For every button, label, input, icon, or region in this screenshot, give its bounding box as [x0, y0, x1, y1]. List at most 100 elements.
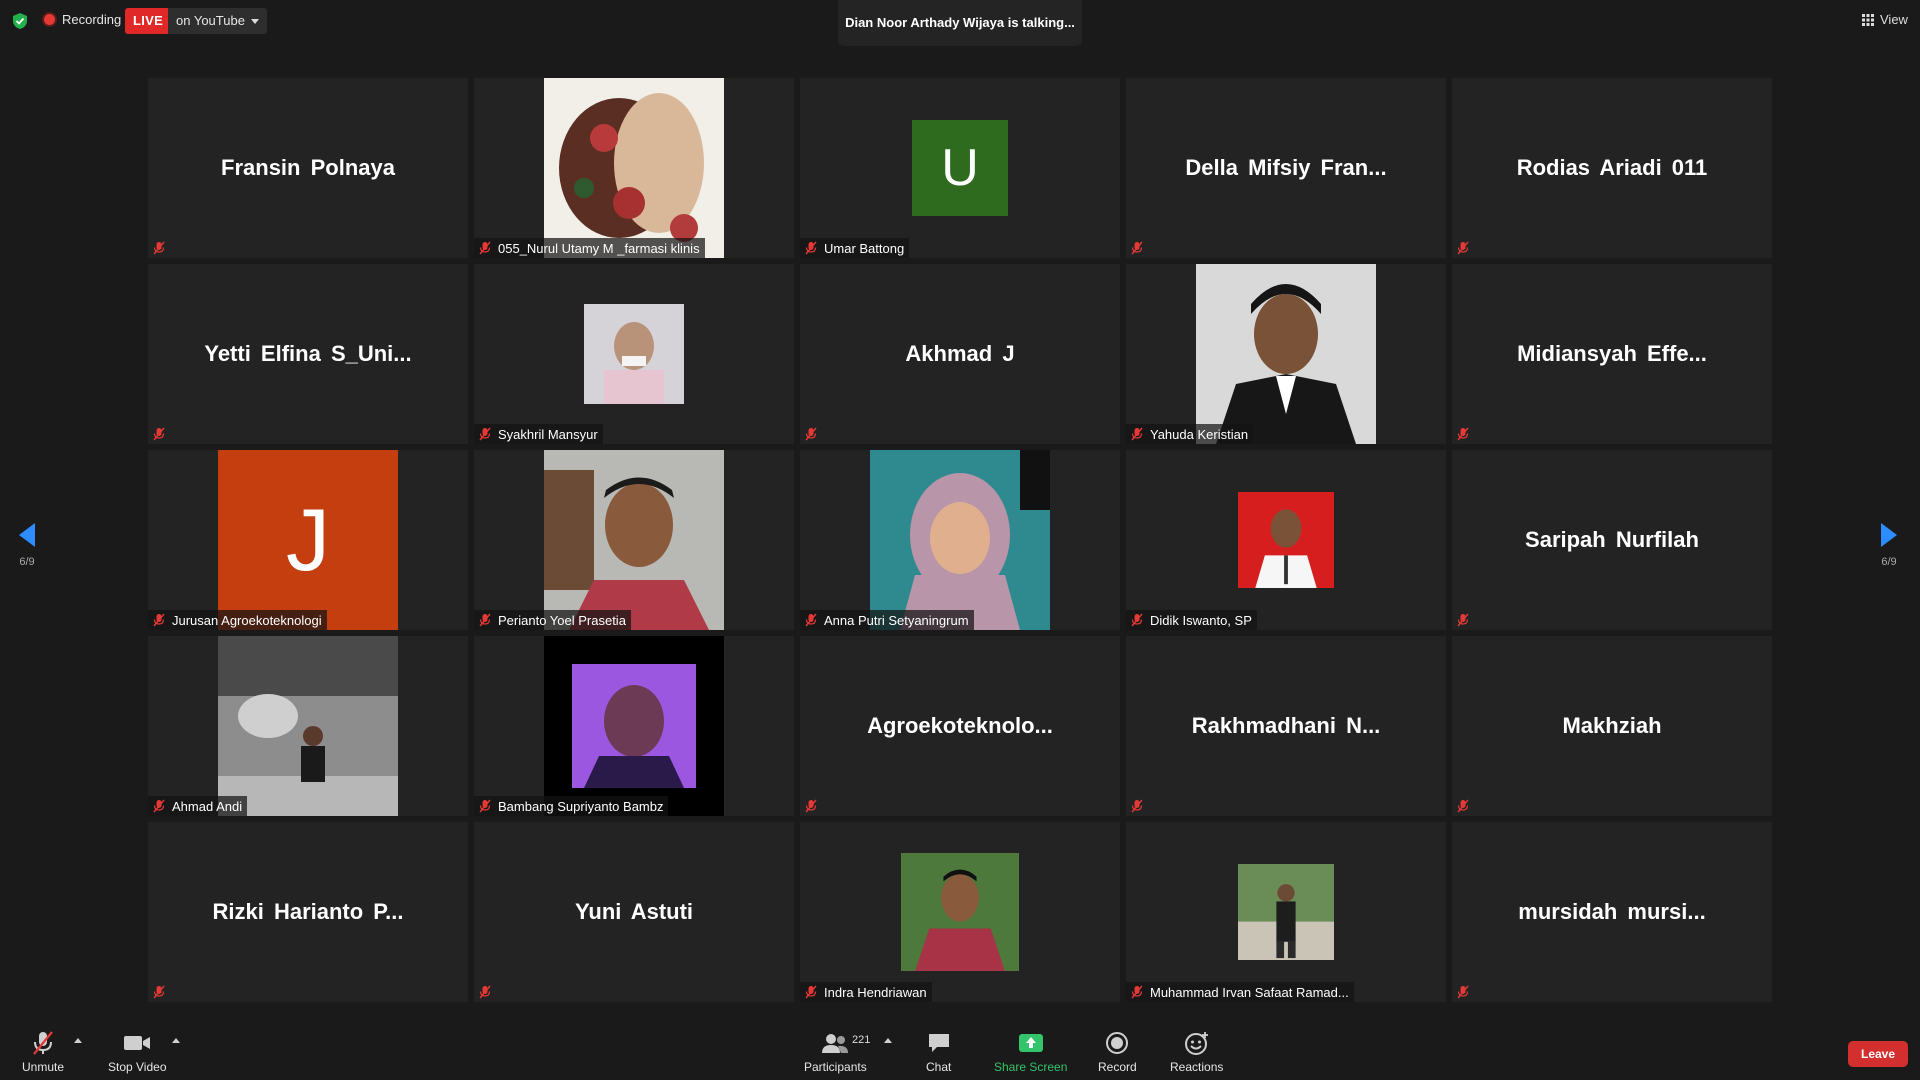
participant-name-label: Didik Iswanto, SP	[1150, 612, 1252, 628]
participant-name-label: Ahmad Andi	[172, 798, 243, 814]
participant-footer: Anna Putri Setyaningrum	[800, 610, 974, 630]
video-options-caret-icon[interactable]	[172, 1038, 180, 1043]
participant-footer	[148, 424, 171, 444]
meeting-controls-toolbar: Unmute Stop Video Participants 221 Chat …	[0, 1020, 1920, 1080]
participant-photo	[1238, 492, 1334, 588]
participant-name-label: Muhammad Irvan Safaat Ramad...	[1150, 984, 1349, 1000]
participant-tile[interactable]: Fransin Polnaya	[148, 78, 468, 258]
record-button[interactable]: Record	[1098, 1030, 1137, 1074]
participant-name-label: Bambang Supriyanto Bambz	[498, 798, 664, 814]
participant-footer	[148, 982, 171, 1002]
microphone-muted-icon	[479, 799, 491, 813]
arrow-right-icon	[1881, 523, 1897, 547]
microphone-muted-icon	[1131, 613, 1143, 627]
participant-name-title: Akhmad J	[905, 341, 1015, 366]
reactions-label: Reactions	[1170, 1060, 1224, 1074]
participant-tile[interactable]: J Jurusan Agroekoteknologi	[148, 450, 468, 630]
participant-name-title: mursidah mursi...	[1518, 899, 1706, 924]
microphone-muted-icon	[1131, 799, 1143, 813]
participant-name-label: Jurusan Agroekoteknologi	[172, 612, 322, 628]
share-screen-button[interactable]: Share Screen	[994, 1030, 1067, 1074]
live-badge[interactable]: LIVE	[125, 8, 172, 34]
video-camera-icon	[124, 1036, 151, 1050]
participant-tile[interactable]: Agroekoteknolo...	[800, 636, 1120, 816]
participant-tile[interactable]: Della Mifsiy Fran...	[1126, 78, 1446, 258]
participant-tile[interactable]: Anna Putri Setyaningrum	[800, 450, 1120, 630]
security-shield-icon[interactable]	[12, 12, 28, 30]
smiley-reaction-icon	[1184, 1032, 1208, 1055]
stop-video-label: Stop Video	[108, 1060, 167, 1074]
platform-label: on YouTube	[176, 13, 245, 28]
microphone-muted-icon	[805, 799, 817, 813]
participant-tile[interactable]: Midiansyah Effe...	[1452, 264, 1772, 444]
microphone-muted-icon	[153, 985, 165, 999]
participant-tile[interactable]: Syakhril Mansyur	[474, 264, 794, 444]
participant-footer: Syakhril Mansyur	[474, 424, 603, 444]
participant-photo	[1238, 864, 1334, 960]
participant-tile[interactable]: Perianto Yoel Prasetia	[474, 450, 794, 630]
reactions-button[interactable]: Reactions	[1170, 1030, 1223, 1074]
participant-tile[interactable]: Yahuda Keristian	[1126, 264, 1446, 444]
participant-footer: Indra Hendriawan	[800, 982, 932, 1002]
participant-photo	[901, 853, 1019, 971]
record-icon	[1106, 1032, 1129, 1054]
livestream-platform-dropdown[interactable]: on YouTube	[168, 8, 267, 34]
participant-tile[interactable]: U Umar Battong	[800, 78, 1120, 258]
audio-options-caret-icon[interactable]	[74, 1038, 82, 1043]
unmute-label: Unmute	[22, 1060, 65, 1074]
participants-label: Participants	[804, 1060, 867, 1074]
participant-photo	[584, 304, 684, 404]
participant-footer: 055_Nurul Utamy M _farmasi klinis	[474, 238, 705, 258]
participant-tile[interactable]: Muhammad Irvan Safaat Ramad...	[1126, 822, 1446, 1002]
microphone-muted-icon	[33, 1031, 53, 1055]
participant-tile[interactable]: 055_Nurul Utamy M _farmasi klinis	[474, 78, 794, 258]
participant-photo	[870, 450, 1050, 630]
participant-tile[interactable]: Yetti Elfina S_Uni...	[148, 264, 468, 444]
participant-tile[interactable]: Didik Iswanto, SP	[1126, 450, 1446, 630]
microphone-muted-icon	[479, 613, 491, 627]
participant-name-title: Yuni Astuti	[574, 899, 694, 924]
recording-indicator[interactable]: Recording	[44, 12, 121, 27]
participant-tile[interactable]: Makhziah	[1452, 636, 1772, 816]
participant-name-title: Yetti Elfina S_Uni...	[204, 341, 412, 366]
participant-tile[interactable]: Bambang Supriyanto Bambz	[474, 636, 794, 816]
participant-footer: Didik Iswanto, SP	[1126, 610, 1257, 630]
participant-name-title: Rakhmadhani N...	[1191, 713, 1381, 738]
unmute-button[interactable]: Unmute	[22, 1030, 64, 1074]
leave-meeting-button[interactable]: Leave	[1848, 1041, 1908, 1067]
chevron-down-icon	[250, 18, 259, 24]
previous-page-button[interactable]: 6/9	[18, 522, 36, 568]
participant-name-label: Perianto Yoel Prasetia	[498, 612, 626, 628]
participant-footer	[1452, 610, 1475, 630]
participant-video-grid: Fransin Polnaya 055_Nurul Utamy M _farma…	[148, 78, 1772, 1002]
chat-bubble-icon	[928, 1034, 949, 1052]
participant-tile[interactable]: Rizki Harianto P...	[148, 822, 468, 1002]
participant-photo	[544, 78, 724, 258]
participant-photo	[218, 636, 398, 816]
grid-view-icon	[1862, 13, 1874, 26]
participant-name-label: Umar Battong	[824, 240, 905, 256]
page-indicator-left: 6/9	[19, 556, 35, 568]
participant-name-title: Agroekoteknolo...	[867, 713, 1053, 738]
participant-tile[interactable]: Indra Hendriawan	[800, 822, 1120, 1002]
view-button[interactable]: View	[1862, 12, 1908, 27]
participants-options-caret-icon[interactable]	[884, 1038, 892, 1043]
chat-button[interactable]: Chat	[926, 1030, 951, 1074]
stop-video-button[interactable]: Stop Video	[108, 1030, 167, 1074]
participant-tile[interactable]: Ahmad Andi	[148, 636, 468, 816]
participant-tile[interactable]: Saripah Nurfilah	[1452, 450, 1772, 630]
participant-tile[interactable]: Yuni Astuti	[474, 822, 794, 1002]
microphone-muted-icon	[153, 799, 165, 813]
participant-tile[interactable]: Akhmad J	[800, 264, 1120, 444]
participant-name-title: Rizki Harianto P...	[212, 899, 404, 924]
participant-tile[interactable]: Rakhmadhani N...	[1126, 636, 1446, 816]
next-page-button[interactable]: 6/9	[1880, 522, 1898, 568]
participant-tile[interactable]: Rodias Ariadi 011	[1452, 78, 1772, 258]
participant-footer: Bambang Supriyanto Bambz	[474, 796, 669, 816]
participant-footer	[1452, 424, 1475, 444]
participant-footer: Jurusan Agroekoteknologi	[148, 610, 327, 630]
participant-footer	[1126, 238, 1149, 258]
participant-tile[interactable]: mursidah mursi...	[1452, 822, 1772, 1002]
participant-photo	[1196, 264, 1376, 444]
participant-footer	[800, 796, 823, 816]
